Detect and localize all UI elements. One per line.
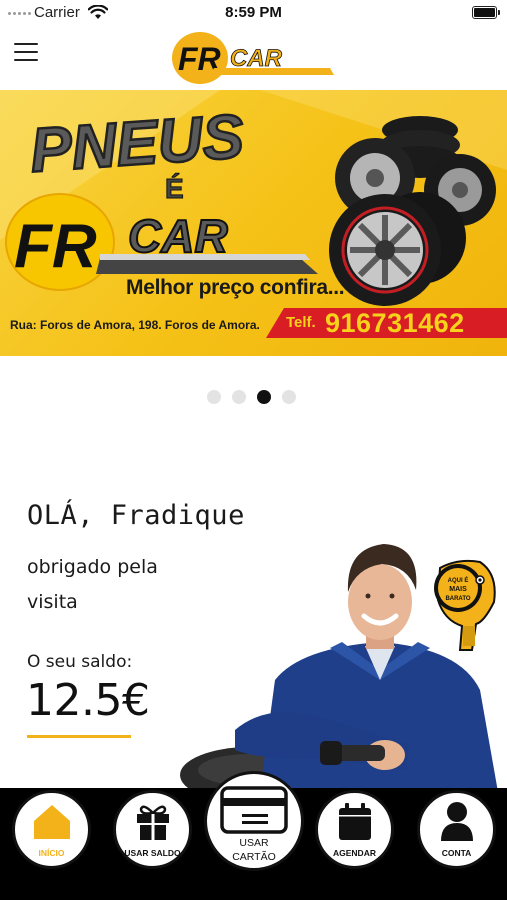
greeting-title: OLÁ, Fradique	[27, 500, 245, 531]
battery-icon	[472, 6, 500, 19]
calendar-icon	[339, 803, 371, 840]
tab-usar-cartao-label-1: USAR	[239, 837, 269, 849]
promo-banner[interactable]: PNEUS É FR CAR Melhor preço confira... R…	[0, 90, 507, 356]
balance-label: O seu saldo:	[27, 652, 133, 672]
svg-text:BARATO: BARATO	[445, 596, 470, 602]
page-dot[interactable]	[207, 390, 221, 404]
carousel-page-indicator[interactable]	[207, 390, 296, 404]
tab-usar-cartao[interactable]: USAR CARTÃO	[204, 771, 304, 871]
banner-connector: É	[165, 173, 184, 204]
gift-icon	[137, 805, 169, 840]
tab-inicio-label: INÍCIO	[38, 848, 65, 858]
thanks-line-1: obrigado pela	[27, 556, 158, 578]
svg-text:FR: FR	[14, 212, 97, 281]
svg-text:AQUI É: AQUI É	[448, 576, 469, 584]
tab-usar-cartao-label-2: CARTÃO	[232, 851, 276, 863]
card-icon	[220, 786, 288, 834]
mechanic-illustration: AQUI É MAIS BARATO	[180, 544, 498, 792]
page-dot[interactable]	[282, 390, 296, 404]
page-dot-active[interactable]	[257, 390, 271, 404]
tab-inicio[interactable]: INÍCIO	[12, 790, 91, 869]
person-icon	[441, 802, 473, 841]
fr-car-logo: FR CAR	[172, 32, 334, 84]
svg-text:CAR: CAR	[128, 210, 228, 262]
balance-underline	[27, 735, 131, 738]
nav-bar: FR CAR	[0, 26, 507, 90]
tab-agendar[interactable]: AGENDAR	[315, 790, 394, 869]
phone-label: Telf.	[286, 314, 316, 331]
home-icon	[34, 805, 70, 839]
mascot-badge: AQUI É MAIS BARATO	[434, 559, 496, 651]
tab-conta[interactable]: CONTA	[417, 790, 496, 869]
phone-number: 916731462	[325, 308, 465, 338]
balance-value: 12.5€	[26, 675, 150, 726]
hamburger-icon[interactable]	[14, 43, 38, 63]
banner-address: Rua: Foros de Amora, 198. Foros de Amora…	[10, 318, 260, 332]
status-time: 8:59 PM	[225, 4, 282, 21]
tab-conta-label: CONTA	[441, 848, 472, 858]
status-bar: Carrier 8:59 PM	[0, 0, 507, 26]
tab-usar-saldo[interactable]: USAR SALDO	[113, 790, 192, 869]
banner-headline: PNEUS	[28, 102, 246, 186]
tab-agendar-label: AGENDAR	[333, 848, 376, 858]
svg-text:MAIS: MAIS	[449, 586, 467, 593]
page-dot[interactable]	[232, 390, 246, 404]
banner-tagline: Melhor preço confira...	[126, 276, 345, 299]
svg-text:CAR: CAR	[230, 45, 283, 72]
tab-usar-saldo-label: USAR SALDO	[124, 848, 181, 858]
thanks-line-2: visita	[27, 591, 78, 613]
